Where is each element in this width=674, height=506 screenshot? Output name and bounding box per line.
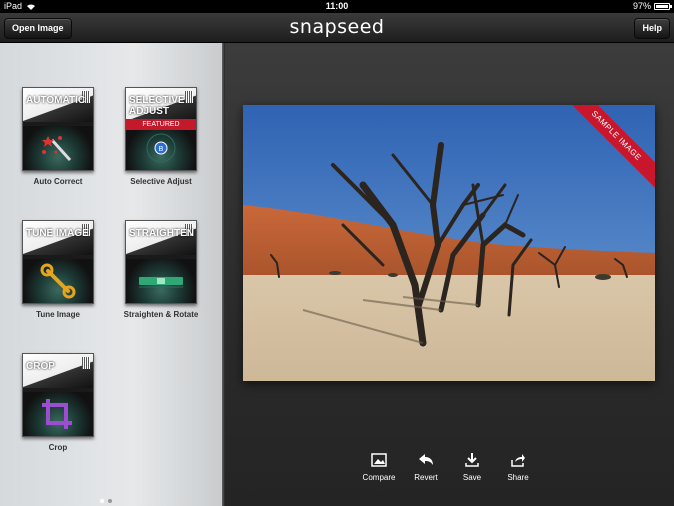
tool-label: Tune Image [36,310,80,319]
app-logo: snapseed [289,16,385,38]
save-download-icon [465,453,479,467]
tool-card[interactable]: TUNE IMAGE [22,220,94,304]
tool-label: Selective Adjust [130,177,192,186]
tool-label: Auto Correct [33,177,83,186]
page-dot[interactable] [108,499,112,503]
tool-straighten-rotate[interactable]: STRAIGHTEN Straighten & Rotate [111,220,211,319]
desert-landscape-image [243,105,655,381]
level-icon [139,277,183,288]
card-title: TUNE IMAGE [26,228,89,239]
revert-arrow-icon [419,454,433,465]
compare-button[interactable]: Compare [356,450,402,482]
revert-button[interactable]: Revert [403,450,449,482]
magic-wand-icon [42,136,72,162]
page-dot-active[interactable] [100,499,104,503]
tool-label: Straighten & Rotate [123,310,199,319]
sample-photo[interactable]: SAMPLE IMAGE [243,105,655,381]
card-title: STRAIGHTEN [129,228,194,239]
action-bar: Compare Revert Save Share [0,450,674,490]
tool-card[interactable]: AUTOMATIC [22,87,94,171]
top-toolbar: Open Image snapseed Help [0,13,674,43]
status-bar: iPad 11:00 97% [0,0,674,13]
compare-label: Compare [362,473,396,482]
revert-label: Revert [414,473,438,482]
share-icon [511,454,525,467]
featured-badge: FEATURED [126,119,196,130]
save-button[interactable]: Save [449,450,495,482]
card-title: SELECTIVE ADJUST [129,95,185,117]
card-title: CROP [26,361,55,372]
card-title: AUTOMATIC [26,95,86,106]
control-point-icon: B [146,133,176,163]
tool-card[interactable]: CROP [22,353,94,437]
crop-icon [42,399,72,429]
tool-crop[interactable]: CROP Crop [8,353,108,452]
clock: 11:00 [325,1,349,11]
barcode-icon [82,357,90,369]
tool-tune-image[interactable]: TUNE IMAGE Tune Image [8,220,108,319]
wrench-icon [40,263,76,299]
tool-card[interactable]: SELECTIVE ADJUST FEATURED B [125,87,197,171]
page-indicator[interactable] [100,499,112,503]
tool-card[interactable]: STRAIGHTEN [125,220,197,304]
save-label: Save [462,473,482,482]
svg-text:B: B [159,146,164,153]
image-icon [371,453,387,467]
help-button[interactable]: Help [634,18,670,39]
battery-icon [654,3,672,10]
battery-percent: 97% [632,1,651,11]
share-button[interactable]: Share [495,450,541,482]
tool-selective-adjust[interactable]: SELECTIVE ADJUST FEATURED B Selective Adj… [111,87,211,186]
tool-auto-correct[interactable]: AUTOMATIC Auto Correct [8,87,108,186]
share-label: Share [507,473,529,482]
barcode-icon [185,91,193,103]
